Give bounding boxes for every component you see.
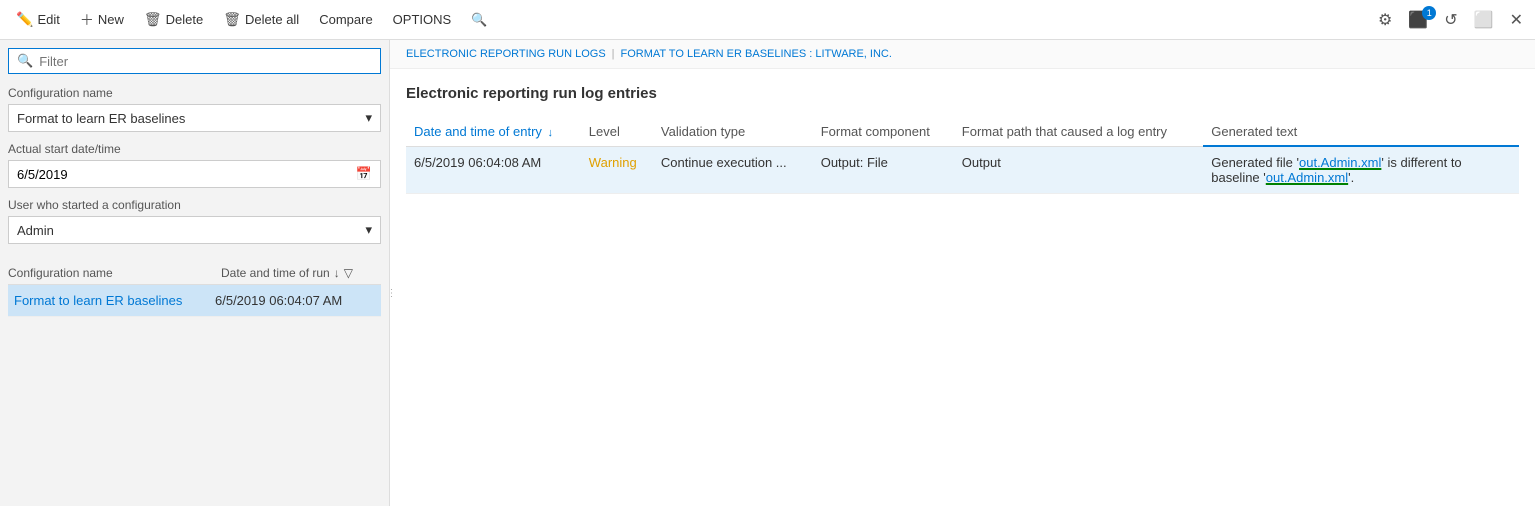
restore-icon[interactable]: ⬜: [1470, 6, 1498, 34]
close-icon[interactable]: ✕: [1506, 6, 1527, 34]
breadcrumb: ELECTRONIC REPORTING RUN LOGS | FORMAT T…: [390, 40, 1535, 69]
col-level-label: Level: [589, 124, 620, 139]
generated-text-link2[interactable]: out.Admin.xml: [1266, 170, 1348, 185]
toolbar-right: ⚙ ⬛ 1 ↺ ⬜ ✕: [1374, 6, 1527, 34]
col-format-component: Format component: [813, 118, 954, 146]
calendar-icon[interactable]: 📅: [356, 166, 372, 182]
filter-col-icon[interactable]: ▽: [344, 266, 353, 280]
config-name-label: Configuration name: [8, 86, 381, 100]
cell-generated-text: Generated file 'out.Admin.xml' is differ…: [1203, 146, 1519, 194]
col-format-path: Format path that caused a log entry: [954, 118, 1203, 146]
right-panel: ELECTRONIC REPORTING RUN LOGS | FORMAT T…: [390, 40, 1535, 506]
list-col1-header: Configuration name: [8, 266, 221, 280]
section-title: Electronic reporting run log entries: [406, 85, 1519, 102]
edit-icon: ✏️: [16, 11, 33, 28]
user-label: User who started a configuration: [8, 198, 381, 212]
new-button[interactable]: ＋ New: [72, 6, 132, 34]
generated-text-link1[interactable]: out.Admin.xml: [1299, 155, 1381, 170]
col-format-component-label: Format component: [821, 124, 930, 139]
date-field[interactable]: 📅: [8, 160, 381, 188]
filter-box: 🔍: [8, 48, 381, 74]
list-col2-header: Date and time of run ↓ ▽: [221, 266, 381, 280]
new-label: New: [98, 12, 124, 27]
options-label: OPTIONS: [393, 12, 452, 27]
cell-format-component: Output: File: [813, 146, 954, 194]
user-dropdown[interactable]: Admin ▾: [8, 216, 381, 244]
refresh-icon[interactable]: ↺: [1440, 6, 1461, 34]
col-validation: Validation type: [653, 118, 813, 146]
compare-label: Compare: [319, 12, 372, 27]
chevron-down-icon-user: ▾: [365, 222, 372, 238]
delete-icon: 🗑: [144, 11, 162, 28]
search-button[interactable]: 🔍: [463, 8, 495, 32]
drag-dots: ⋮: [387, 288, 396, 299]
cell-format-path: Output: [954, 146, 1203, 194]
config-name-dropdown[interactable]: Format to learn ER baselines ▾: [8, 104, 381, 132]
col-generated-text: Generated text: [1203, 118, 1519, 146]
drag-handle[interactable]: ⋮: [388, 80, 394, 506]
list-header: Configuration name Date and time of run …: [8, 262, 381, 285]
config-name-value: Format to learn ER baselines: [17, 111, 185, 126]
col-datetime[interactable]: Date and time of entry ↓: [406, 118, 581, 146]
notification-badge: 1: [1422, 6, 1436, 20]
col-validation-label: Validation type: [661, 124, 745, 139]
toolbar: ✏️ Edit ＋ New 🗑 Delete 🗑 Delete all Comp…: [0, 0, 1535, 40]
options-button[interactable]: OPTIONS: [385, 8, 460, 31]
delete-all-icon: 🗑: [223, 11, 241, 28]
list-row[interactable]: Format to learn ER baselines 6/5/2019 06…: [8, 285, 381, 317]
settings-icon[interactable]: ⚙: [1374, 6, 1396, 34]
search-icon: 🔍: [471, 12, 487, 28]
plus-icon: ＋: [80, 10, 94, 30]
breadcrumb-part2[interactable]: FORMAT TO LEARN ER BASELINES : LITWARE, …: [621, 48, 892, 60]
filter-icon: 🔍: [17, 53, 33, 69]
delete-label: Delete: [166, 12, 204, 27]
chevron-down-icon: ▾: [365, 110, 372, 126]
compare-button[interactable]: Compare: [311, 8, 380, 31]
cell-datetime: 6/5/2019 06:04:08 AM: [406, 146, 581, 194]
edit-button[interactable]: ✏️ Edit: [8, 7, 68, 32]
col-level: Level: [581, 118, 653, 146]
col-datetime-label: Date and time of entry: [414, 124, 542, 139]
date-label: Actual start date/time: [8, 142, 381, 156]
list-col2-label: Date and time of run: [221, 266, 330, 280]
col-format-path-label: Format path that caused a log entry: [962, 124, 1167, 139]
breadcrumb-sep: |: [612, 48, 615, 60]
table-header-row: Date and time of entry ↓ Level Validatio…: [406, 118, 1519, 146]
notification-area[interactable]: ⬛ 1: [1404, 10, 1432, 30]
filter-input[interactable]: [39, 54, 372, 69]
delete-button[interactable]: 🗑 Delete: [136, 7, 211, 32]
main-layout: 🔍 Configuration name Format to learn ER …: [0, 40, 1535, 506]
user-value: Admin: [17, 223, 54, 238]
sort-icon[interactable]: ↓: [334, 266, 340, 280]
left-panel: 🔍 Configuration name Format to learn ER …: [0, 40, 390, 506]
delete-all-button[interactable]: 🗑 Delete all: [215, 7, 307, 32]
table-row[interactable]: 6/5/2019 06:04:08 AM Warning Continue ex…: [406, 146, 1519, 194]
edit-label: Edit: [37, 12, 59, 27]
cell-validation: Continue execution ...: [653, 146, 813, 194]
config-name-group: Configuration name Format to learn ER ba…: [8, 86, 381, 132]
generated-text-post: '.: [1348, 170, 1354, 185]
col-generated-text-label: Generated text: [1211, 124, 1297, 139]
breadcrumb-part1[interactable]: ELECTRONIC REPORTING RUN LOGS: [406, 48, 606, 60]
list-row-config: Format to learn ER baselines: [14, 293, 215, 308]
cell-level: Warning: [581, 146, 653, 194]
col-datetime-sort: ↓: [548, 127, 554, 139]
list-row-date: 6/5/2019 06:04:07 AM: [215, 293, 375, 308]
date-group: Actual start date/time 📅: [8, 142, 381, 188]
content-area: Electronic reporting run log entries Dat…: [390, 69, 1535, 506]
date-input[interactable]: [17, 167, 350, 182]
generated-text-pre: Generated file ': [1211, 155, 1299, 170]
log-table: Date and time of entry ↓ Level Validatio…: [406, 118, 1519, 194]
user-group: User who started a configuration Admin ▾: [8, 198, 381, 244]
delete-all-label: Delete all: [245, 12, 299, 27]
